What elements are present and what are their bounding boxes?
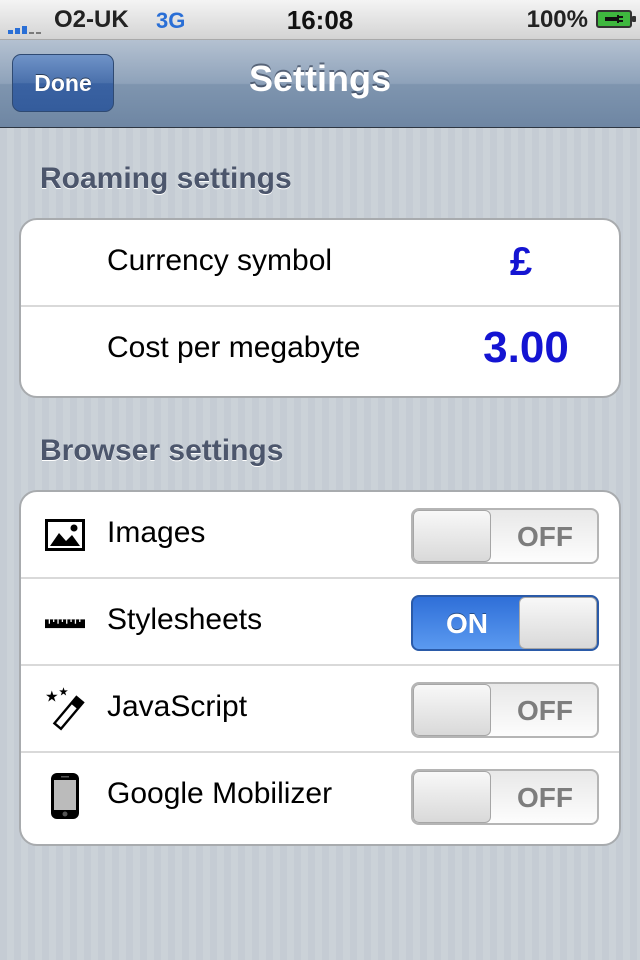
battery-percent: 100%	[526, 6, 588, 33]
cost-per-megabyte-label: Cost per megabyte	[107, 331, 361, 364]
javascript-label: JavaScript	[107, 690, 248, 723]
images-row: Images OFF	[21, 492, 619, 579]
google-mobilizer-label: Google Mobilizer	[107, 777, 333, 810]
toggle-state-text: ON	[446, 608, 488, 639]
toggle-state-text: OFF	[517, 695, 573, 726]
currency-symbol-label: Currency symbol	[107, 244, 333, 277]
toggle-state-text: OFF	[517, 782, 573, 813]
cost-per-megabyte-value[interactable]: 3.00	[451, 323, 601, 373]
toggle-state-text: OFF	[517, 521, 573, 552]
google-mobilizer-toggle[interactable]: OFF	[411, 769, 599, 825]
page-title: Settings	[248, 58, 391, 99]
google-mobilizer-row: Google Mobilizer OFF	[21, 753, 619, 840]
stylesheets-row: Stylesheets ON	[21, 579, 619, 666]
toggle-knob	[413, 684, 491, 736]
currency-symbol-value[interactable]: £	[461, 240, 581, 285]
javascript-toggle[interactable]: OFF	[411, 682, 599, 738]
toggle-knob	[519, 597, 597, 649]
status-bar: O2-UK 3G 16:08 100%	[0, 0, 640, 40]
phone-icon	[45, 773, 85, 819]
stylesheets-label: Stylesheets	[107, 603, 263, 636]
browser-settings-header: Browser settings	[40, 434, 284, 467]
svg-text:★: ★	[45, 687, 59, 705]
battery-charging-icon	[596, 10, 636, 28]
svg-text:★: ★	[58, 685, 68, 699]
toggle-knob	[413, 771, 491, 823]
stylesheets-toggle[interactable]: ON	[411, 595, 599, 651]
ruler-icon	[45, 599, 85, 645]
browser-settings-group: Images OFF Stylesheets ON ★ ★ JavaScript …	[19, 490, 621, 846]
image-icon	[45, 512, 85, 558]
cost-per-megabyte-row[interactable]: Cost per megabyte 3.00	[21, 307, 619, 394]
roaming-settings-group: Currency symbol £ Cost per megabyte 3.00	[19, 218, 621, 398]
currency-symbol-row[interactable]: Currency symbol £	[21, 220, 619, 307]
magic-wand-icon: ★ ★	[45, 685, 85, 732]
navigation-bar: Done Settings	[0, 40, 640, 128]
toggle-knob	[413, 510, 491, 562]
roaming-settings-header: Roaming settings	[40, 162, 292, 195]
images-toggle[interactable]: OFF	[411, 508, 599, 564]
javascript-row: ★ ★ JavaScript OFF	[21, 666, 619, 753]
images-label: Images	[107, 516, 206, 549]
